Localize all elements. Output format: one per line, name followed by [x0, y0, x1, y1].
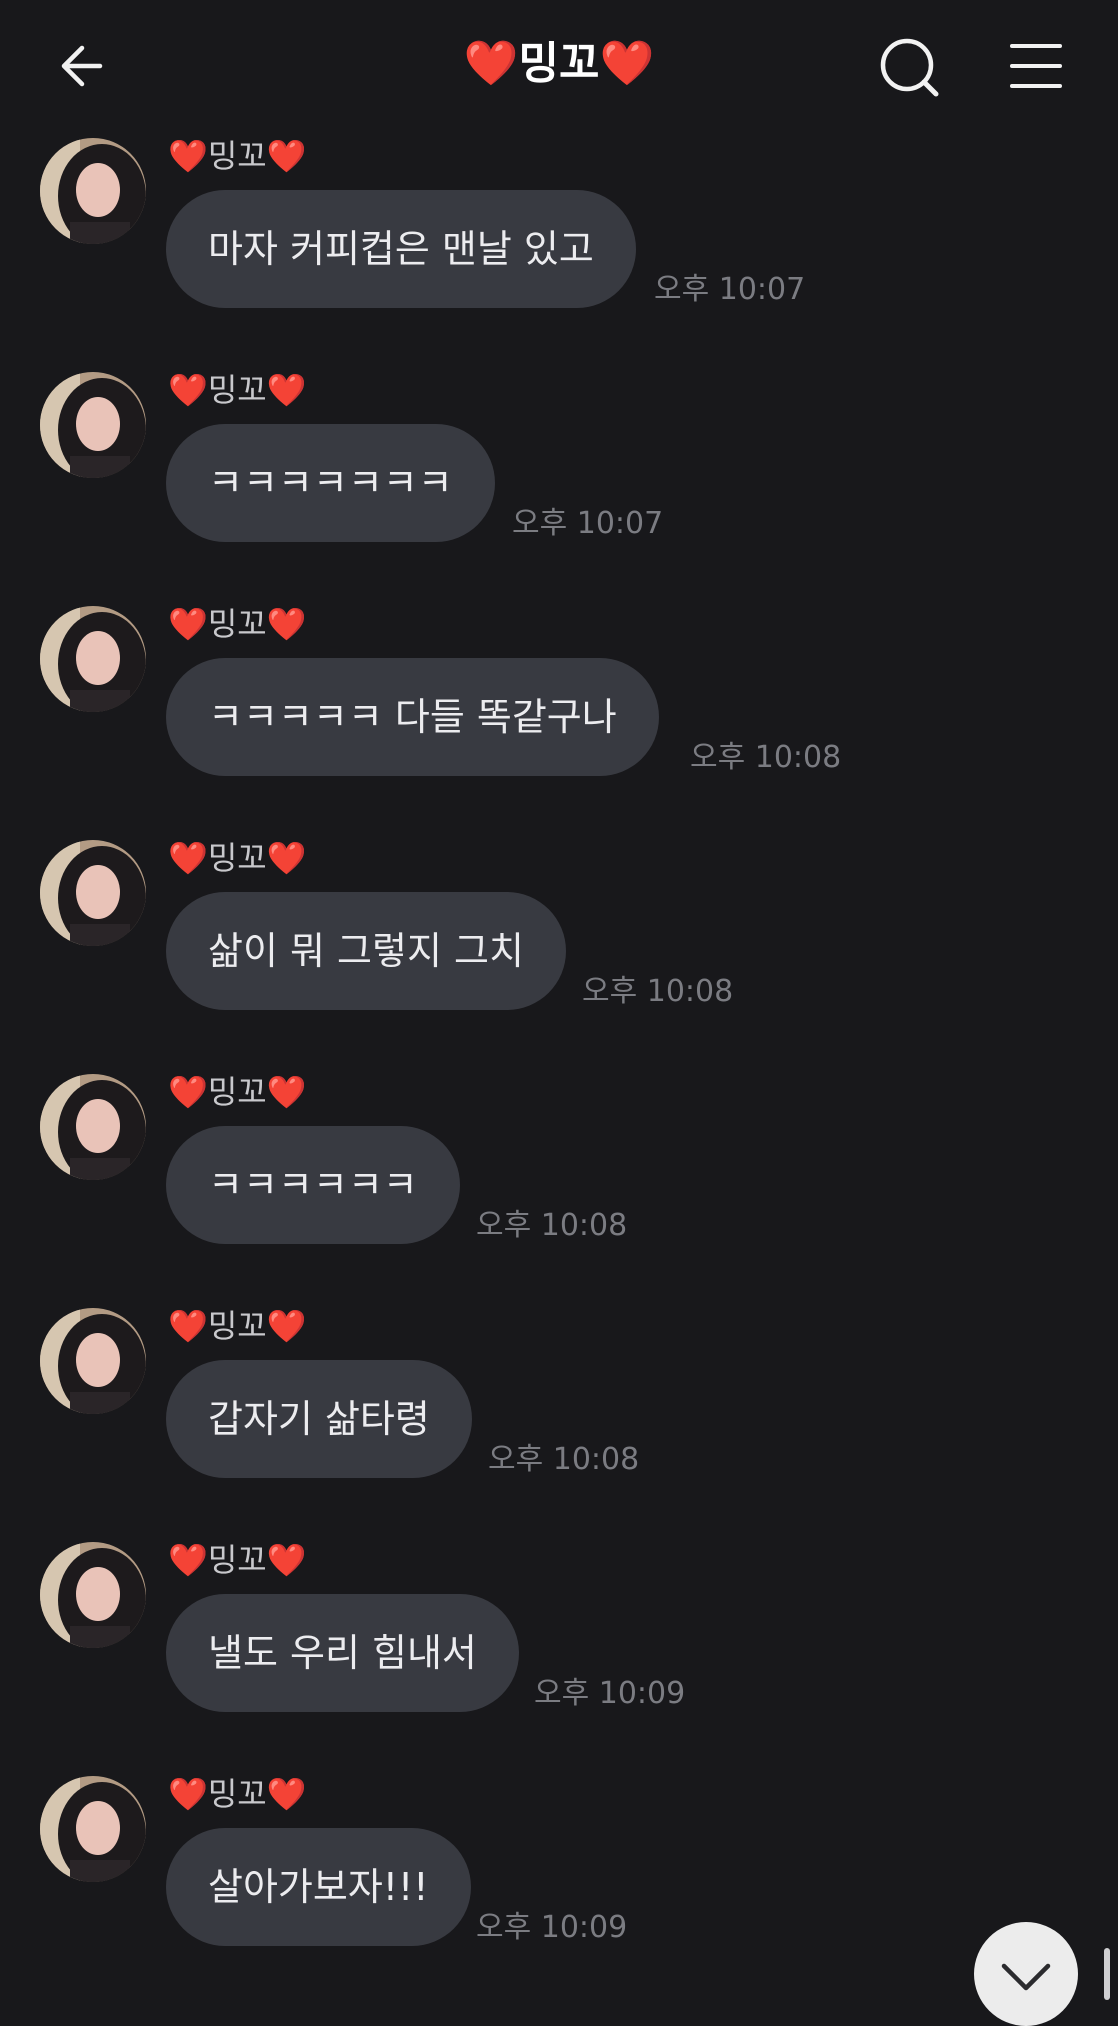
message-bubble[interactable]: 낼도 우리 힘내서	[166, 1594, 519, 1712]
message-time: 오후 10:08	[690, 740, 842, 775]
message-row: ❤️밍꼬❤️ ㅋㅋㅋㅋㅋㅋ 오후 10:08	[0, 1066, 1118, 1300]
sender-name: ❤️밍꼬❤️	[168, 1541, 307, 1579]
message-bubble[interactable]: ㅋㅋㅋㅋㅋ 다들 똑같구나	[166, 658, 659, 776]
message-row: ❤️밍꼬❤️ ㅋㅋㅋㅋㅋㅋㅋ 오후 10:07	[0, 364, 1118, 598]
sender-name: ❤️밍꼬❤️	[168, 605, 307, 643]
sender-name: ❤️밍꼬❤️	[168, 1307, 307, 1345]
sender-name: ❤️밍꼬❤️	[168, 839, 307, 877]
sender-name: ❤️밍꼬❤️	[168, 137, 307, 175]
message-bubble[interactable]: 마자 커피컵은 맨날 있고	[166, 190, 636, 308]
chat-title: ❤️밍꼬❤️	[463, 38, 655, 89]
avatar-photo-icon	[40, 1308, 146, 1414]
avatar-photo-icon	[40, 372, 146, 478]
avatar-photo-icon	[40, 840, 146, 946]
message-bubble[interactable]: ㅋㅋㅋㅋㅋㅋㅋ	[166, 424, 495, 542]
message-row: ❤️밍꼬❤️ 살아가보자!!! 오후 10:09	[0, 1768, 1118, 2002]
avatar-photo-icon	[40, 606, 146, 712]
avatar-photo-icon	[40, 138, 146, 244]
message-row: ❤️밍꼬❤️ 마자 커피컵은 맨날 있고 오후 10:07	[0, 130, 1118, 364]
avatar-photo-icon	[40, 1074, 146, 1180]
message-list[interactable]: ❤️밍꼬❤️ 마자 커피컵은 맨날 있고 오후 10:07 ❤️밍꼬❤️ ㅋㅋㅋ…	[0, 130, 1118, 2000]
avatar[interactable]	[40, 606, 146, 712]
message-time: 오후 10:07	[654, 272, 806, 307]
message-time: 오후 10:08	[488, 1442, 640, 1477]
message-row: ❤️밍꼬❤️ 갑자기 삶타령 오후 10:08	[0, 1300, 1118, 1534]
menu-button[interactable]	[1008, 40, 1064, 92]
message-time: 오후 10:09	[476, 1910, 628, 1945]
chevron-down-icon	[1001, 1963, 1051, 1991]
message-bubble[interactable]: 갑자기 삶타령	[166, 1360, 472, 1478]
message-bubble[interactable]: 삶이 뭐 그렇지 그치	[166, 892, 566, 1010]
message-row: ❤️밍꼬❤️ 낼도 우리 힘내서 오후 10:09	[0, 1534, 1118, 1768]
search-icon	[880, 38, 939, 97]
avatar[interactable]	[40, 840, 146, 946]
avatar[interactable]	[40, 1776, 146, 1882]
message-time: 오후 10:08	[582, 974, 734, 1009]
avatar[interactable]	[40, 1074, 146, 1180]
search-button[interactable]	[878, 36, 942, 100]
message-time: 오후 10:07	[512, 506, 664, 541]
sender-name: ❤️밍꼬❤️	[168, 1073, 307, 1111]
avatar[interactable]	[40, 138, 146, 244]
avatar[interactable]	[40, 1542, 146, 1648]
avatar-photo-icon	[40, 1542, 146, 1648]
scroll-to-bottom-button[interactable]	[974, 1922, 1078, 2026]
message-time: 오후 10:08	[476, 1208, 628, 1243]
sender-name: ❤️밍꼬❤️	[168, 1775, 307, 1813]
message-bubble[interactable]: ㅋㅋㅋㅋㅋㅋ	[166, 1126, 460, 1244]
message-row: ❤️밍꼬❤️ 삶이 뭐 그렇지 그치 오후 10:08	[0, 832, 1118, 1066]
scrollbar[interactable]	[1104, 1948, 1110, 2000]
hamburger-menu-icon	[1010, 44, 1062, 88]
chat-header: ❤️밍꼬❤️	[0, 0, 1118, 130]
message-time: 오후 10:09	[534, 1676, 686, 1711]
avatar[interactable]	[40, 372, 146, 478]
message-bubble[interactable]: 살아가보자!!!	[166, 1828, 471, 1946]
sender-name: ❤️밍꼬❤️	[168, 371, 307, 409]
message-row: ❤️밍꼬❤️ ㅋㅋㅋㅋㅋ 다들 똑같구나 오후 10:08	[0, 598, 1118, 832]
avatar-photo-icon	[40, 1776, 146, 1882]
avatar[interactable]	[40, 1308, 146, 1414]
